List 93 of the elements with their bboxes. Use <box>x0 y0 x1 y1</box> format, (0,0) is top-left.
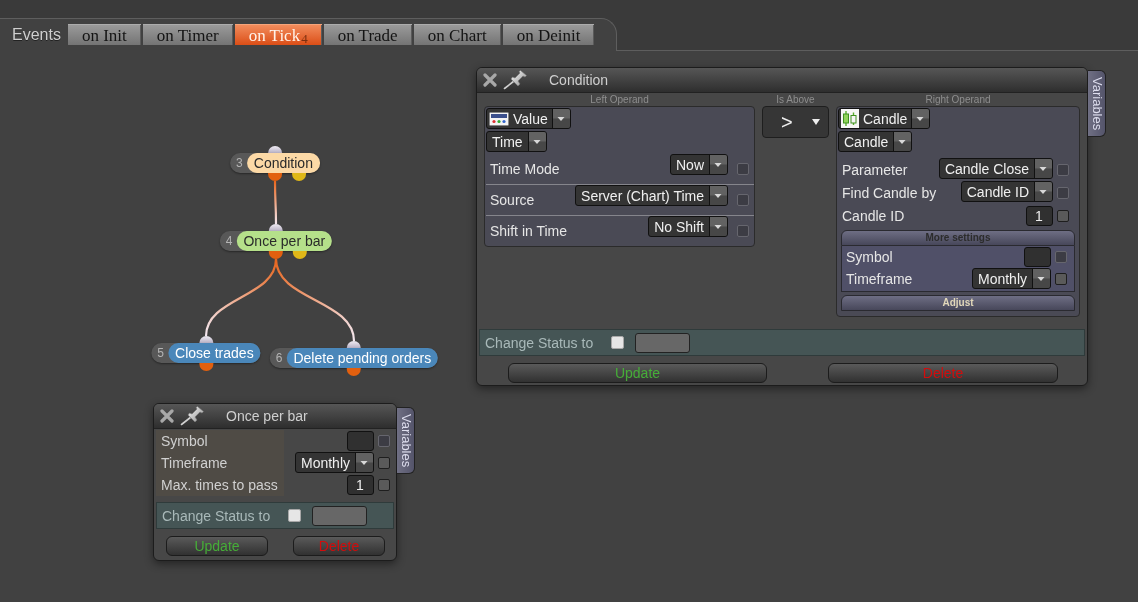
window-title: Condition <box>549 72 609 88</box>
output-port-icon[interactable] <box>293 251 307 259</box>
event-tab[interactable]: on Chart <box>413 24 501 45</box>
field-label: Symbol <box>846 249 894 265</box>
output-port-icon[interactable] <box>347 368 361 376</box>
type-dropdown[interactable]: Value <box>486 108 571 129</box>
input-field[interactable]: 1 <box>347 475 374 495</box>
field-label: Symbol <box>156 430 284 452</box>
dropdown[interactable]: Candle <box>838 131 913 152</box>
status-input[interactable] <box>312 505 368 526</box>
caret-down-icon <box>709 186 727 205</box>
node-label: Condition <box>246 153 320 173</box>
node-label: Delete pending orders <box>286 348 439 368</box>
dropdown[interactable]: Now <box>670 154 728 175</box>
input-field[interactable] <box>347 431 374 451</box>
node-number: 5 <box>156 346 166 360</box>
output-port-icon[interactable] <box>199 363 213 371</box>
tab-count-label: 4 <box>301 32 308 45</box>
variables-tab[interactable]: Variables <box>397 407 415 475</box>
checkbox[interactable] <box>378 479 390 491</box>
field-label: Timeframe <box>846 271 914 287</box>
input-port-icon[interactable] <box>269 224 283 231</box>
flow-node[interactable]: 6 Delete pending orders <box>269 348 439 368</box>
field-label: Candle ID <box>842 207 906 224</box>
status-checkbox[interactable] <box>611 336 625 349</box>
input-port-icon[interactable] <box>268 146 282 153</box>
output-port-icon[interactable] <box>269 251 283 259</box>
field-label: Shift in Time <box>490 223 569 239</box>
close-icon[interactable] <box>483 73 497 87</box>
field-label: Source <box>490 192 536 208</box>
flow-node[interactable]: 5 Close trades <box>151 343 261 363</box>
input-field[interactable]: 1 <box>1026 205 1053 226</box>
dropdown[interactable]: Time <box>486 131 547 152</box>
dropdown[interactable]: Candle ID <box>960 181 1053 202</box>
flow-node[interactable]: 3 Condition <box>230 153 320 173</box>
status-label: Change Status to <box>162 507 271 524</box>
type-dropdown[interactable]: Candle <box>838 108 931 129</box>
value-card-icon <box>489 111 509 126</box>
candlestick-icon <box>841 109 859 128</box>
caret-down-icon <box>911 109 930 128</box>
input-field[interactable] <box>1024 247 1051 267</box>
node-number: 4 <box>224 234 234 248</box>
field-label: Parameter <box>842 161 909 178</box>
flow-node[interactable]: 4 Once per bar <box>219 231 333 251</box>
status-checkbox[interactable] <box>288 509 302 522</box>
status-label: Change Status to <box>485 334 594 351</box>
caret-down-icon <box>355 453 373 472</box>
caret-down-icon <box>527 132 546 151</box>
field-label: Timeframe <box>156 452 284 474</box>
operator-dropdown[interactable]: > <box>762 106 829 138</box>
dropdown[interactable]: Candle Close <box>938 158 1053 179</box>
field-label: Max. times to pass <box>156 474 284 496</box>
caret-down-icon <box>1032 269 1050 288</box>
caret-down-icon <box>709 217 727 236</box>
dropdown[interactable]: No Shift <box>648 216 728 237</box>
dropdown[interactable]: Server (Chart) Time <box>575 185 728 206</box>
event-tab[interactable]: on Deinit <box>502 24 595 45</box>
checkbox[interactable] <box>378 457 390 469</box>
window-title: Once per bar <box>226 408 308 424</box>
column-heading: Left Operand <box>589 93 650 106</box>
checkbox[interactable] <box>1055 273 1067 285</box>
field-label: Find Candle by <box>842 184 938 201</box>
dropdown[interactable]: Monthly <box>971 268 1051 289</box>
caret-down-icon <box>893 132 912 151</box>
variables-tab[interactable]: Variables <box>1088 70 1106 138</box>
connector-line <box>273 181 278 224</box>
field-label: Time Mode <box>490 161 561 177</box>
pin-icon[interactable] <box>180 406 206 426</box>
checkbox[interactable] <box>1057 209 1069 222</box>
pin-icon[interactable] <box>503 70 529 90</box>
node-label: Once per bar <box>236 231 333 251</box>
column-heading: Is Above <box>775 93 816 106</box>
close-icon[interactable] <box>160 409 174 423</box>
caret-down-icon <box>551 109 570 128</box>
status-input[interactable] <box>635 332 691 353</box>
caret-down-icon <box>812 119 820 125</box>
node-number: 6 <box>274 351 284 365</box>
node-label: Close trades <box>168 343 261 363</box>
input-port-icon[interactable] <box>347 341 361 348</box>
event-tab[interactable]: on Trade <box>323 24 412 45</box>
event-tab[interactable]: on Init <box>67 24 141 45</box>
event-tab[interactable]: on Timer <box>142 24 233 45</box>
input-port-icon[interactable] <box>199 336 213 343</box>
output-port-icon[interactable] <box>292 173 306 181</box>
node-number: 3 <box>235 156 244 170</box>
caret-down-icon <box>1034 159 1052 178</box>
caret-down-icon <box>709 155 727 174</box>
events-label: Events <box>12 25 61 45</box>
caret-down-icon <box>1034 182 1052 201</box>
section-header[interactable]: Adjust <box>841 295 1075 311</box>
dropdown[interactable]: Monthly <box>294 452 374 473</box>
column-heading: Right Operand <box>924 93 992 106</box>
output-port-icon[interactable] <box>268 173 282 181</box>
